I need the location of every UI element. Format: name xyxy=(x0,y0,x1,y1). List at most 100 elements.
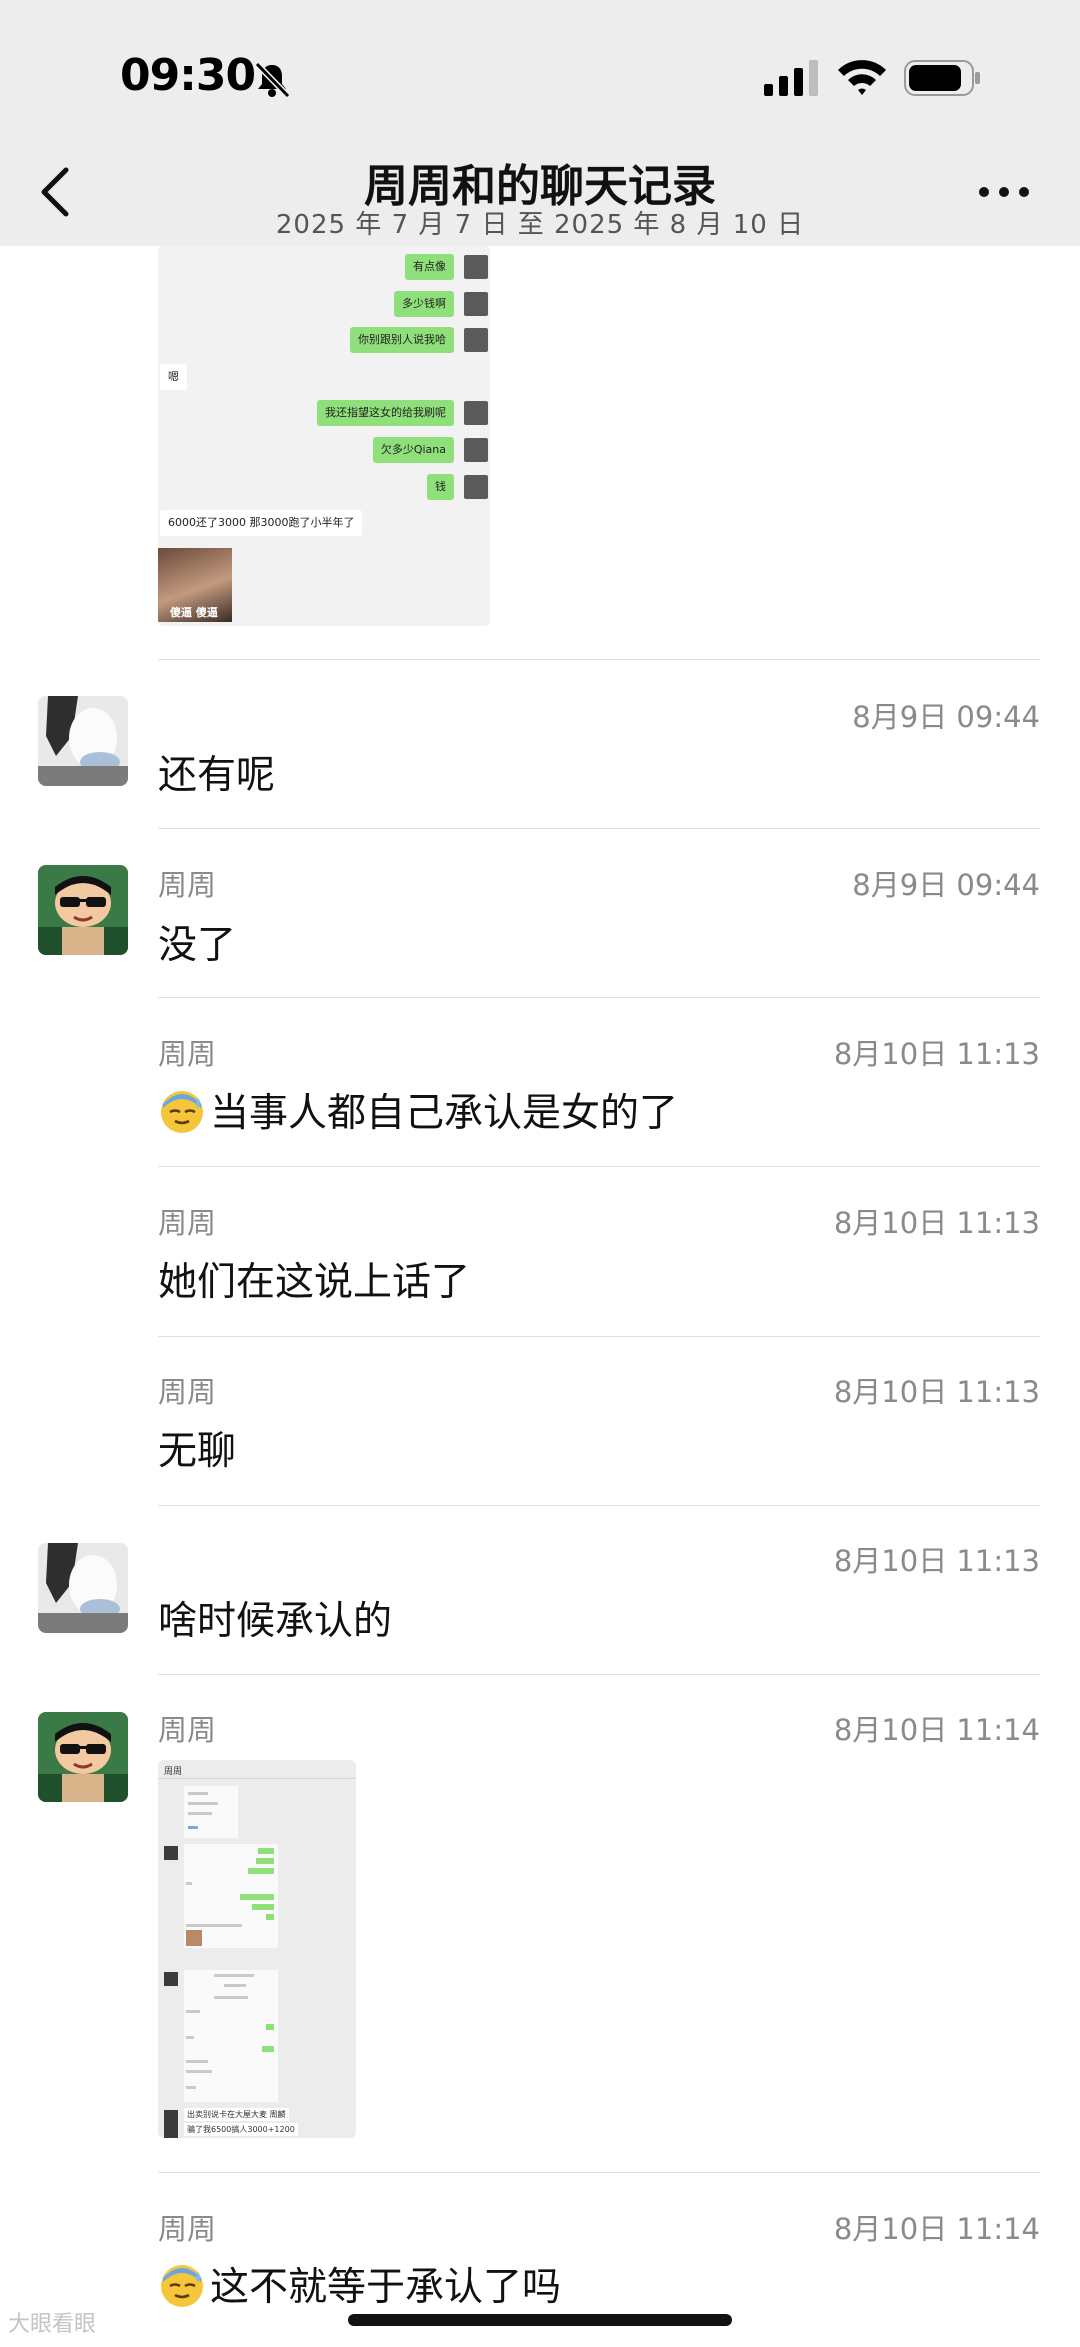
divider xyxy=(158,1674,1040,1675)
message-time: 8月10日 11:13 xyxy=(833,1544,1040,1578)
sticker-caption: 傻逼 傻逼 xyxy=(170,606,218,619)
mini-message: 我还指望这女的给我刷呢 xyxy=(317,400,454,426)
mini-line xyxy=(186,1882,192,1885)
mini-line xyxy=(186,2070,212,2073)
mini-panel xyxy=(184,1786,238,1838)
home-indicator[interactable] xyxy=(348,2314,732,2326)
sweat-smile-emoji-icon xyxy=(161,1091,203,1133)
mini-message: 欠多少Qiana xyxy=(372,437,454,463)
mini-avatar xyxy=(464,475,488,499)
mini-avatar xyxy=(464,401,488,425)
mini-avatar xyxy=(464,255,488,279)
mini-line xyxy=(214,1996,248,1999)
message-time: 8月9日 09:44 xyxy=(852,868,1040,902)
message-time: 8月10日 11:14 xyxy=(833,2212,1040,2246)
mini-message: 多少钱啊 xyxy=(394,291,454,317)
message-text[interactable]: 她们在这说上话了 xyxy=(158,1251,470,1307)
sender-name: 周周 xyxy=(158,1375,217,1409)
sticker-image: 傻逼 傻逼 xyxy=(158,548,232,622)
mini-green-bubble xyxy=(256,1858,274,1864)
avatar[interactable] xyxy=(38,1543,128,1633)
sweat-smile-emoji-icon xyxy=(161,2265,203,2307)
mini-message: 有点像 xyxy=(405,254,454,280)
avatar[interactable] xyxy=(38,865,128,955)
date-range: 2025 年 7 月 7 日 至 2025 年 8 月 10 日 xyxy=(275,210,805,240)
sender-name: 周周 xyxy=(158,1037,217,1071)
mini-chat-title: 周周 xyxy=(164,1767,183,1777)
chat-screenshot-image[interactable]: 周周 出卖别说卡在大屋大麦 周麟 骗了我6500搞人3000+1200 xyxy=(158,1760,356,2138)
watermark: 大眼看眼 xyxy=(8,2306,96,2338)
sender-name: 周周 xyxy=(158,1713,217,1747)
message-time: 8月10日 11:13 xyxy=(833,1037,1040,1071)
message-text[interactable]: 无聊 xyxy=(158,1420,236,1476)
mini-green-bubble xyxy=(262,2046,274,2052)
status-bar: 09:30 xyxy=(0,0,1080,150)
divider xyxy=(158,2172,1040,2173)
sender-name: 周周 xyxy=(158,1206,217,1240)
mini-avatar xyxy=(464,328,488,352)
message-time: 8月10日 11:13 xyxy=(833,1375,1040,1409)
divider xyxy=(158,997,1040,998)
message-time: 8月9日 09:44 xyxy=(852,700,1040,734)
mini-green-bubble xyxy=(248,1868,274,1874)
avatar-photo-icon xyxy=(38,1543,128,1633)
mini-avatar xyxy=(164,2110,178,2124)
divider xyxy=(158,659,1040,660)
more-options-icon[interactable] xyxy=(976,184,1032,200)
message-text[interactable]: 啥时候承认的 xyxy=(158,1590,392,1646)
message-time: 8月10日 11:14 xyxy=(833,1713,1040,1747)
mini-line xyxy=(188,1826,198,1829)
mini-panel xyxy=(184,1970,278,2102)
mini-line xyxy=(188,1802,218,1805)
mini-avatar xyxy=(464,438,488,462)
mini-line xyxy=(186,2036,194,2039)
mini-green-bubble xyxy=(252,1904,274,1910)
mini-avatar xyxy=(164,1972,178,1986)
message-time: 8月10日 11:13 xyxy=(833,1206,1040,1240)
mini-avatar xyxy=(164,2124,178,2138)
divider xyxy=(158,1505,1040,1506)
battery-icon xyxy=(904,60,980,96)
bell-muted-icon xyxy=(254,61,291,99)
mini-line xyxy=(186,1924,242,1927)
message-text[interactable]: 还有呢 xyxy=(158,744,275,800)
avatar[interactable] xyxy=(38,696,128,786)
avatar[interactable] xyxy=(38,1712,128,1802)
nav-bar: 周周和的聊天记录 2025 年 7 月 7 日 至 2025 年 8 月 10 … xyxy=(0,140,1080,246)
message-text[interactable]: 这不就等于承认了吗 xyxy=(158,2256,561,2312)
mini-message: 嗯 xyxy=(160,364,187,390)
mini-sticker xyxy=(186,1930,202,1946)
mini-avatar xyxy=(464,292,488,316)
avatar-cartoon-icon xyxy=(38,865,128,955)
message-text[interactable]: 没了 xyxy=(158,914,236,970)
watermark-text: 大眼看眼 xyxy=(8,2312,97,2337)
mini-green-bubble xyxy=(258,1848,274,1854)
avatar-cartoon-icon xyxy=(38,1712,128,1802)
mini-green-bubble xyxy=(240,1894,274,1900)
mini-line xyxy=(188,1792,208,1795)
mini-line xyxy=(186,2060,208,2063)
mini-message: 钱 xyxy=(427,474,454,500)
mini-divider xyxy=(158,1778,356,1779)
mini-line xyxy=(188,1812,212,1815)
mini-message: 出卖别说卡在大屋大麦 周麟 xyxy=(184,2108,289,2121)
status-time: 09:30 xyxy=(120,50,256,101)
chat-screenshot-image[interactable]: 有点像 多少钱啊 你别跟别人说我哈 嗯 我还指望这女的给我刷呢 欠多少Qiana… xyxy=(158,246,490,626)
divider xyxy=(158,1166,1040,1167)
avatar-photo-icon xyxy=(38,696,128,786)
mini-line xyxy=(214,1974,254,1977)
divider xyxy=(158,1336,1040,1337)
mini-line xyxy=(224,1984,246,1987)
top-bar: 09:30 周周和的聊天记录 2025 年 7 月 7 日 至 2025 年 8… xyxy=(0,0,1080,246)
sender-name: 周周 xyxy=(158,868,217,902)
mini-message: 骗了我6500搞人3000+1200 xyxy=(184,2123,298,2136)
message-text-content: 这不就等于承认了吗 xyxy=(210,2265,562,2310)
mini-green-bubble xyxy=(266,1914,274,1920)
mini-panel xyxy=(184,1844,278,1948)
message-text[interactable]: 当事人都自己承认是女的了 xyxy=(158,1082,678,1138)
mini-line xyxy=(186,2086,196,2089)
cellular-signal-icon xyxy=(764,60,818,96)
wifi-icon xyxy=(838,60,886,95)
mini-message: 你别跟别人说我哈 xyxy=(350,327,454,353)
mini-avatar xyxy=(164,1846,178,1860)
